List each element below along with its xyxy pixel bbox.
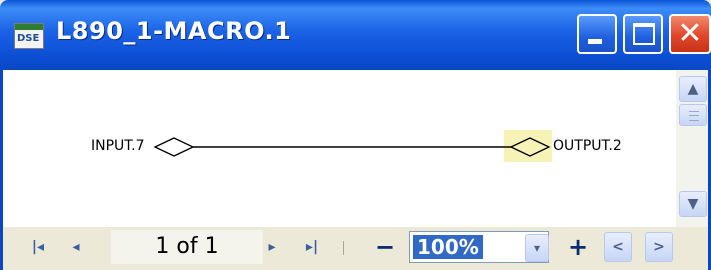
plus-icon: + — [567, 233, 589, 261]
chevron-up-icon: ▲ — [687, 81, 699, 97]
diagram-canvas[interactable]: INPUT.7 OUTPUT.2 — [0, 70, 676, 227]
app-icon[interactable]: DSE — [14, 23, 44, 49]
minimize-icon — [588, 39, 602, 44]
next-page-button[interactable]: ▸ — [259, 232, 285, 262]
title-bar[interactable]: DSE L890_1-MACRO.1 ✕ — [0, 0, 711, 70]
input-port-label: INPUT.7 — [91, 138, 145, 154]
app-icon-label: DSE — [17, 33, 40, 44]
navigation-toolbar: |◂ ◂ 1 of 1 ▸ ▸| − 100% ▾ + < > — [0, 227, 711, 270]
scroll-down-button[interactable]: ▼ — [679, 191, 707, 217]
app-icon-bar — [15, 24, 43, 30]
scroll-right-button[interactable]: > — [645, 232, 673, 262]
last-page-button[interactable]: ▸| — [297, 232, 327, 262]
maximize-button[interactable] — [623, 14, 663, 54]
previous-page-button[interactable]: ◂ — [63, 232, 89, 262]
minus-icon: − — [374, 233, 396, 261]
close-button[interactable]: ✕ — [669, 14, 711, 54]
scroll-left-button[interactable]: < — [604, 232, 632, 262]
input-port-diamond[interactable] — [153, 137, 195, 157]
macro-window: DSE L890_1-MACRO.1 ✕ INPUT.7 OUTPUT.2 ▲ … — [0, 0, 711, 270]
first-page-button[interactable]: |◂ — [25, 232, 51, 262]
output-port-highlight — [504, 130, 552, 162]
close-icon: ✕ — [677, 16, 703, 51]
chevron-left-icon: < — [612, 239, 624, 255]
previous-icon: ◂ — [72, 239, 80, 255]
first-page-icon: |◂ — [31, 239, 45, 255]
scroll-thumb[interactable] — [679, 104, 707, 126]
last-page-icon: ▸| — [305, 239, 319, 255]
chevron-down-icon: ▾ — [533, 241, 541, 255]
grip-icon — [689, 111, 699, 121]
chevron-down-icon: ▼ — [687, 196, 699, 212]
zoom-in-button[interactable]: + — [565, 232, 591, 262]
chevron-right-icon: > — [653, 239, 665, 255]
output-port-label: OUTPUT.2 — [553, 138, 622, 154]
toolbar-separator — [343, 241, 344, 255]
next-icon: ▸ — [268, 239, 276, 255]
scroll-up-button[interactable]: ▲ — [679, 76, 707, 102]
vertical-scrollbar[interactable]: ▲ ▼ — [676, 70, 711, 227]
zoom-value[interactable]: 100% — [413, 235, 483, 259]
maximize-icon — [633, 23, 655, 45]
page-indicator: 1 of 1 — [111, 230, 263, 264]
zoom-out-button[interactable]: − — [371, 232, 399, 262]
window-title: L890_1-MACRO.1 — [56, 17, 292, 45]
zoom-dropdown-button[interactable]: ▾ — [525, 234, 549, 262]
minimize-button[interactable] — [577, 14, 617, 54]
